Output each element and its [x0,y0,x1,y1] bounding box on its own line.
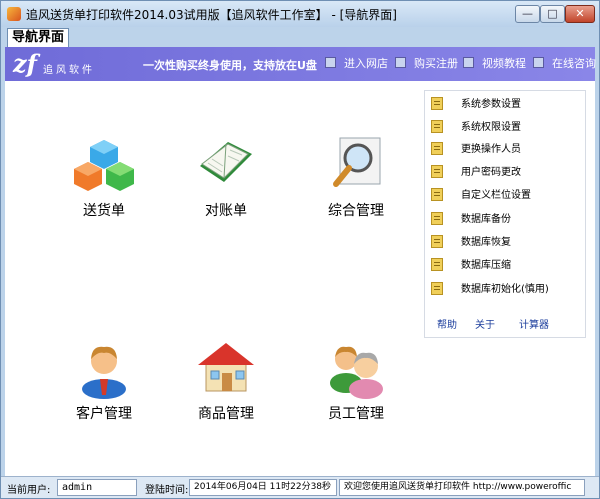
note-icon [431,188,443,201]
menu-item-db-compress[interactable]: 数据库压缩 [431,257,581,277]
link-online-shop[interactable]: 进入网店 [325,56,388,72]
menu-item-db-backup[interactable]: 数据库备份 [431,211,581,231]
magnifier-icon [333,137,381,187]
tab-strip: 导航界面 [1,27,599,47]
checkbox-icon [395,57,406,68]
slogan: 一次性购买终身使用，支持放在U盘 [143,59,317,72]
house-icon [198,343,254,392]
welcome-message: 欢迎您使用追风送货单打印软件 http://www.poweroffic [339,479,585,496]
note-icon [431,235,443,248]
about-link[interactable]: 关于 [475,316,495,331]
module-label: 综合管理 [328,203,384,219]
module-staff-management[interactable]: 员工管理 [301,339,411,423]
menu-item-system-permissions[interactable]: 系统权限设置 [431,119,581,139]
top-banner: zf 追风软件 一次性购买终身使用，支持放在U盘 进入网店 购买注册 视频教程 … [5,47,596,81]
close-button[interactable]: ✕ [565,5,595,23]
checkbox-icon [533,57,544,68]
menu-item-db-restore[interactable]: 数据库恢复 [431,234,581,254]
logo-mark: zf [13,49,37,78]
window-title: 追风送货单打印软件2014.03试用版【追风软件工作室】 - [导航界面] [26,8,397,22]
module-label: 商品管理 [198,406,254,422]
tab-navigation[interactable]: 导航界面 [7,28,69,47]
login-time-label: 登陆时间: [145,485,189,496]
checkbox-icon [463,57,474,68]
logo-text: 追风软件 [43,65,95,76]
note-icon [431,120,443,133]
current-user-label: 当前用户: [7,485,51,496]
link-buy-register[interactable]: 购买注册 [395,56,458,72]
menu-item-custom-fields[interactable]: 自定义栏位设置 [431,187,581,207]
settings-panel: 系统参数设置 系统权限设置 更换操作人员 用户密码更改 自定义栏位设置 数据库备… [424,90,586,338]
app-icon [7,7,21,21]
app-window: 追风送货单打印软件2014.03试用版【追风软件工作室】 - [导航界面] — … [0,0,600,499]
main-content: 送货单 对账单 综合管理 客户管理 商品管理 员工管理 系统参数设置 系统权限设… [5,81,595,476]
help-link[interactable]: 帮助 [437,316,457,331]
note-icon [431,97,443,110]
module-label: 客户管理 [76,406,132,422]
menu-item-system-params[interactable]: 系统参数设置 [431,96,581,116]
menu-item-db-initialize[interactable]: 数据库初始化(慎用) [431,281,581,301]
module-label: 员工管理 [328,406,384,422]
title-bar: 追风送货单打印软件2014.03试用版【追风软件工作室】 - [导航界面] — … [1,1,599,27]
note-icon [431,142,443,155]
note-icon [431,212,443,225]
note-icon [431,282,443,295]
staff-group-icon [330,346,383,399]
module-delivery-note[interactable]: 送货单 [49,136,159,220]
menu-item-change-password[interactable]: 用户密码更改 [431,164,581,184]
module-statement[interactable]: 对账单 [171,136,281,220]
module-customer-management[interactable]: 客户管理 [49,339,159,423]
note-icon [431,165,443,178]
customer-person-icon [82,346,126,399]
colored-cubes-icon [74,140,134,191]
link-video-tutorial[interactable]: 视频教程 [463,56,526,72]
open-book-icon [200,142,252,182]
login-time-value: 2014年06月04日 11时22分38秒 [189,479,337,496]
module-product-management[interactable]: 商品管理 [171,339,281,423]
link-online-consult[interactable]: 在线咨询 [533,56,596,72]
maximize-button[interactable]: □ [540,5,565,23]
current-user-value: admin [57,479,137,496]
module-general-management[interactable]: 综合管理 [301,136,411,220]
minimize-button[interactable]: — [515,5,540,23]
menu-item-switch-operator[interactable]: 更换操作人员 [431,141,581,161]
module-label: 送货单 [83,203,125,219]
note-icon [431,258,443,271]
module-label: 对账单 [205,203,247,219]
calculator-link[interactable]: 计算器 [519,316,549,331]
status-bar: 当前用户: admin 登陆时间: 2014年06月04日 11时22分38秒 … [1,476,599,498]
checkbox-icon [325,57,336,68]
